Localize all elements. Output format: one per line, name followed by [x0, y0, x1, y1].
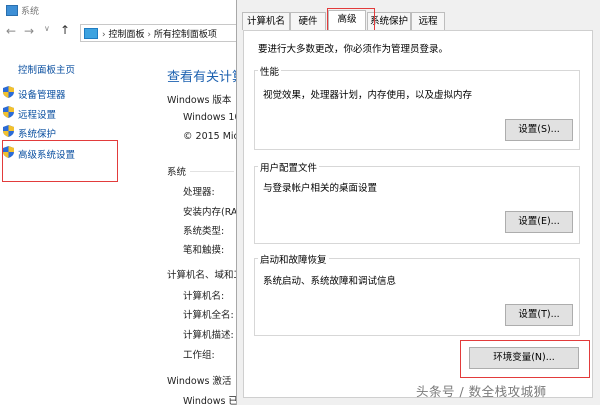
section-label: 计算机名、域和工: [167, 270, 244, 281]
page-title: 查看有关计算: [167, 70, 246, 85]
group-description: 系统启动、系统故障和调试信息: [263, 276, 397, 287]
breadcrumb-item[interactable]: 所有控制面板项: [154, 30, 217, 40]
copyright-text: © 2015 Mic: [183, 131, 239, 142]
up-arrow-icon[interactable]: ↑: [60, 23, 70, 37]
sidebar-item-label: 远程设置: [18, 110, 57, 121]
tab-label: 远程: [418, 16, 438, 27]
section-label: Windows 激活: [167, 376, 232, 387]
admin-note: 要进行大多数更改，你必须作为管理员登录。: [258, 44, 449, 55]
divider: [190, 171, 234, 172]
tab-computer-name[interactable]: 计算机名: [242, 12, 290, 30]
sidebar-home-link[interactable]: 控制面板主页: [18, 62, 75, 76]
uac-shield-icon: [3, 86, 14, 98]
watermark: 头条号 / 数全栈攻城狮: [416, 384, 547, 399]
highlight-annotation: [327, 8, 375, 32]
field-label: 处理器:: [183, 187, 215, 198]
field-label: 计算机描述:: [183, 330, 234, 341]
user-profiles-settings-button[interactable]: 设置(E)...: [505, 211, 573, 233]
group-description: 与登录帐户相关的桌面设置: [263, 183, 378, 194]
field-label: 安装内存(RA: [183, 207, 238, 218]
section-label: Windows 版本: [167, 95, 232, 106]
field-label: 笔和触摸:: [183, 245, 225, 256]
performance-settings-button[interactable]: 设置(S)...: [505, 119, 573, 141]
uac-shield-icon: [3, 125, 14, 137]
tab-hardware[interactable]: 硬件: [290, 12, 326, 30]
forward-arrow-icon[interactable]: →: [24, 24, 34, 38]
highlight-annotation: [2, 140, 118, 182]
tab-remote[interactable]: 远程: [411, 12, 445, 30]
computer-icon: [6, 5, 18, 16]
field-label: 计算机全名:: [183, 310, 234, 321]
sidebar-item-label: 系统保护: [18, 129, 57, 140]
section-label: 系统: [167, 167, 187, 178]
sidebar-item-label: 设备管理器: [18, 90, 66, 101]
windows-version: Windows 10: [183, 112, 241, 123]
field-label: 系统类型:: [183, 226, 225, 237]
group-description: 视觉效果，处理器计划，内存使用，以及虚拟内存: [263, 90, 473, 101]
group-title: 用户配置文件: [258, 160, 320, 174]
startup-recovery-settings-button[interactable]: 设置(T)...: [505, 304, 573, 326]
title-bar: 系统: [0, 0, 240, 20]
highlight-annotation: [460, 340, 590, 378]
breadcrumb-item[interactable]: 控制面板: [108, 30, 144, 40]
recent-dropdown-icon[interactable]: ∨: [44, 24, 50, 33]
field-label: 计算机名:: [183, 291, 225, 302]
group-title: 启动和故障恢复: [258, 252, 329, 266]
group-title: 性能: [258, 64, 282, 78]
tab-label: 计算机名: [246, 16, 285, 27]
window-title: 系统: [21, 7, 40, 17]
tab-label: 硬件: [298, 16, 318, 27]
field-label: 工作组:: [183, 350, 215, 361]
breadcrumb: › 控制面板 › 所有控制面板项: [102, 30, 217, 40]
back-arrow-icon[interactable]: ←: [6, 24, 16, 38]
control-panel-icon: [84, 28, 98, 39]
tab-label: 系统保护: [369, 16, 408, 27]
uac-shield-icon: [3, 106, 14, 118]
